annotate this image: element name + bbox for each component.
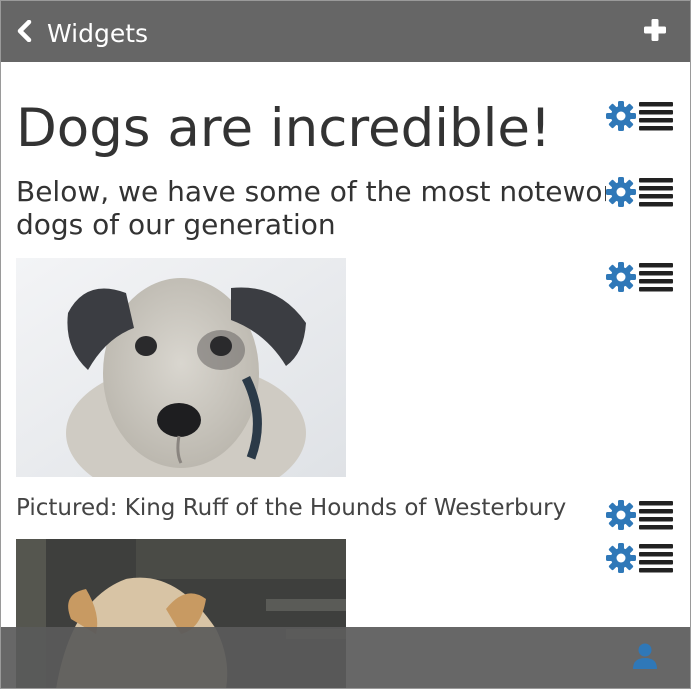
drag-handle-icon[interactable] — [639, 500, 673, 530]
gear-icon[interactable] — [605, 542, 637, 574]
drag-handle-icon[interactable] — [639, 177, 673, 207]
drag-handle-icon[interactable] — [639, 101, 673, 131]
gear-icon[interactable] — [605, 176, 637, 208]
bottom-bar — [1, 627, 690, 688]
widget-controls — [605, 498, 677, 532]
heading-widget: Dogs are incredible! — [16, 98, 552, 159]
widget-controls — [605, 175, 677, 209]
app-frame: Widgets Dogs are incredible! Below, we h… — [0, 0, 691, 689]
gear-icon[interactable] — [605, 499, 637, 531]
page-title: Widgets — [47, 19, 149, 48]
subheading-widget: Below, we have some of the most notewort… — [16, 175, 606, 241]
chevron-left-icon — [17, 20, 32, 42]
add-widget-button[interactable] — [642, 17, 668, 43]
user-button[interactable] — [632, 642, 658, 670]
widget-controls — [605, 99, 677, 133]
subheading-line: dogs of our generation — [16, 208, 336, 241]
widget-controls — [605, 260, 677, 294]
back-button[interactable] — [13, 17, 35, 45]
user-icon — [633, 643, 657, 669]
widget-list: Dogs are incredible! Below, we have some… — [1, 62, 690, 688]
widget-controls — [605, 541, 677, 575]
dog-photo-1 — [16, 258, 346, 477]
image-widget — [16, 258, 346, 477]
gear-icon[interactable] — [605, 100, 637, 132]
drag-handle-icon[interactable] — [639, 543, 673, 573]
subheading-line: Below, we have some of the most notewort… — [16, 175, 606, 208]
plus-icon — [644, 19, 666, 41]
caption-widget: Pictured: King Ruff of the Hounds of Wes… — [16, 495, 567, 521]
top-bar: Widgets — [1, 1, 690, 62]
drag-handle-icon[interactable] — [639, 262, 673, 292]
gear-icon[interactable] — [605, 261, 637, 293]
